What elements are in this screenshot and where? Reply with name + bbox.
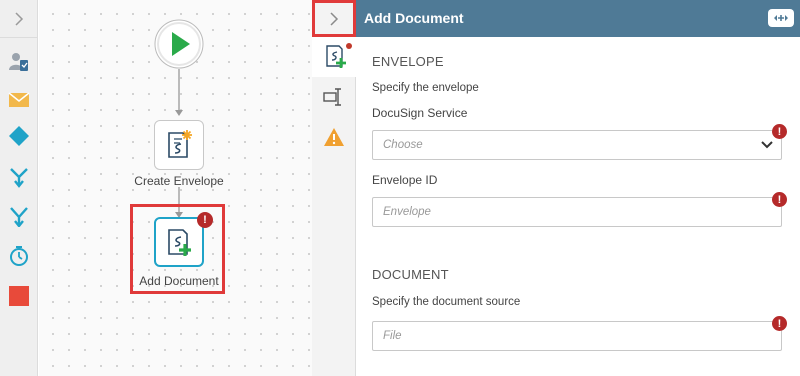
expand-panel-button[interactable] <box>768 9 794 27</box>
palette-expand-button[interactable] <box>0 0 38 38</box>
add-document-label: Add Document <box>139 274 219 288</box>
chevron-down-icon <box>761 141 773 149</box>
add-document-node[interactable] <box>154 217 204 267</box>
properties-tabs <box>312 37 357 376</box>
panel-collapse-button[interactable] <box>312 0 356 37</box>
create-envelope-node[interactable] <box>154 120 204 170</box>
split-icon[interactable] <box>4 201 34 231</box>
envelope-id-placeholder: Envelope <box>383 206 431 218</box>
envelope-id-input[interactable]: Envelope <box>372 197 782 227</box>
workflow-canvas[interactable]: Create Envelope ! Add Document <box>39 0 312 376</box>
text-field-icon <box>323 88 341 106</box>
decision-icon[interactable] <box>4 121 34 151</box>
envelope-id-label: Envelope ID <box>372 173 438 187</box>
warning-icon <box>324 128 344 146</box>
merge-icon[interactable] <box>4 162 34 192</box>
chevron-right-icon <box>15 11 24 26</box>
tab-warnings[interactable] <box>312 117 356 157</box>
email-icon[interactable] <box>4 85 34 115</box>
play-icon <box>154 19 204 69</box>
start-node[interactable] <box>154 19 204 74</box>
document-file-input[interactable]: File <box>372 321 782 351</box>
envelope-id-error-icon: ! <box>772 192 787 207</box>
document-section-title: DOCUMENT <box>372 267 449 282</box>
document-file-placeholder: File <box>383 330 402 342</box>
properties-header: Add Document <box>356 0 800 37</box>
tab-document[interactable] <box>312 37 357 77</box>
document-file-error-icon: ! <box>772 316 787 331</box>
create-envelope-icon <box>168 130 192 158</box>
stop-icon[interactable] <box>4 281 34 311</box>
envelope-section-title: ENVELOPE <box>372 54 444 69</box>
chevron-right-icon <box>330 11 339 26</box>
document-hint: Specify the document source <box>372 296 521 308</box>
activity-palette <box>0 0 38 376</box>
expand-arrows-icon <box>774 15 788 21</box>
user-task-icon[interactable] <box>4 47 34 77</box>
docusign-service-placeholder: Choose <box>383 139 423 151</box>
docusign-service-error-icon: ! <box>772 124 787 139</box>
envelope-hint: Specify the envelope <box>372 82 479 94</box>
docusign-service-label: DocuSign Service <box>372 106 468 120</box>
add-document-icon <box>326 45 346 68</box>
add-document-icon <box>168 229 191 256</box>
node-error-icon: ! <box>197 212 213 228</box>
tab-fields[interactable] <box>312 77 356 117</box>
properties-form: ENVELOPE Specify the envelope DocuSign S… <box>357 37 800 376</box>
panel-title: Add Document <box>364 10 464 26</box>
tab-error-dot <box>346 43 352 49</box>
timer-icon[interactable] <box>4 241 34 271</box>
create-envelope-label: Create Envelope <box>134 174 224 188</box>
docusign-service-select[interactable]: Choose <box>372 130 782 160</box>
